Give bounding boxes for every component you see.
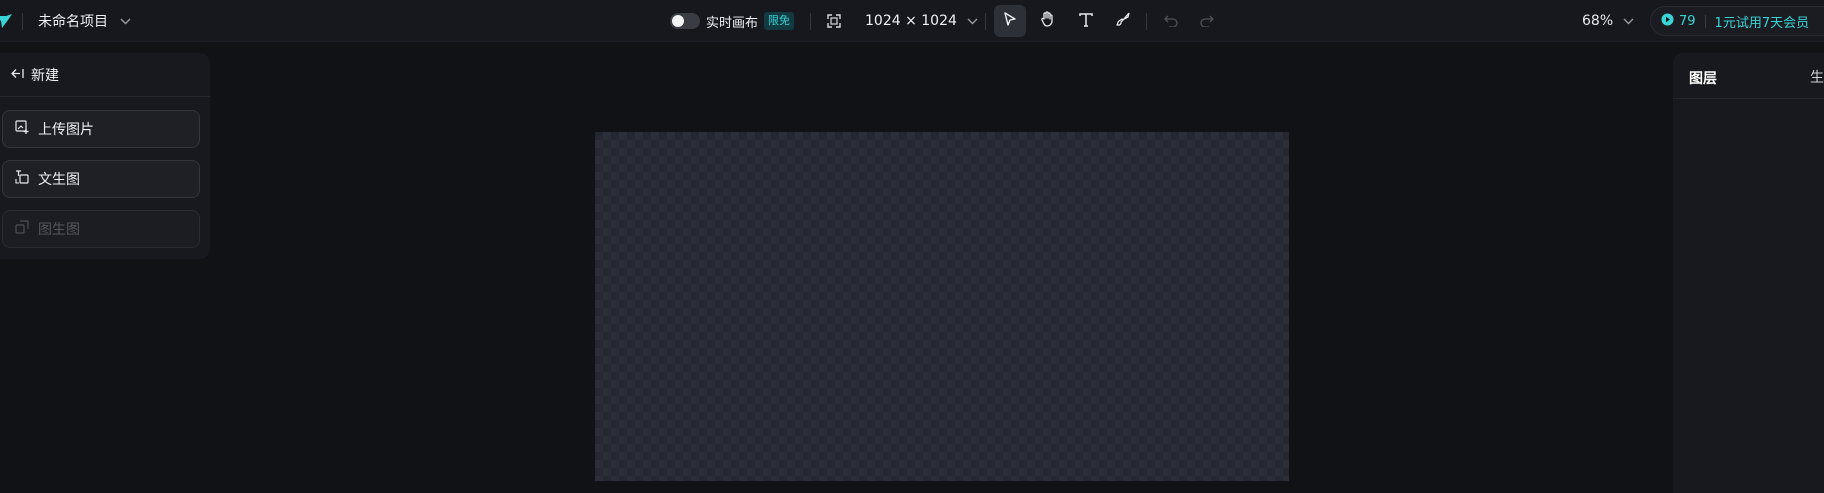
redo-icon <box>1200 12 1214 31</box>
image-to-image-label: 图生图 <box>38 222 80 238</box>
brush-tool-button[interactable] <box>1107 5 1139 37</box>
undo-button[interactable] <box>1155 5 1187 37</box>
project-title-menu[interactable]: 未命名项目 <box>38 0 131 42</box>
points-coin-icon <box>1661 13 1674 30</box>
upload-image-button[interactable]: 上传图片 <box>2 110 200 148</box>
member-promo-link[interactable]: 1元试用7天会员 <box>1715 12 1810 31</box>
top-toolbar: 未命名项目 实时画布 限免 1024 × 1024 68% 79 1元试用7天会… <box>0 0 1824 42</box>
undo-icon <box>1164 12 1178 31</box>
hand-tool-button[interactable] <box>1031 5 1063 37</box>
redo-button[interactable] <box>1191 5 1223 37</box>
chevron-down-icon <box>1623 13 1634 29</box>
upload-image-icon <box>15 120 38 138</box>
text-to-image-label: 文生图 <box>38 172 80 188</box>
text-to-image-button[interactable]: 文生图 <box>2 160 200 198</box>
canvas-size-label: 1024 × 1024 <box>865 13 957 29</box>
toolbar-divider <box>810 13 811 30</box>
project-title: 未命名项目 <box>38 14 108 30</box>
chevron-down-icon <box>120 13 131 29</box>
hand-icon <box>1040 11 1055 31</box>
new-back-button[interactable]: 新建 <box>0 53 210 97</box>
zoom-dropdown[interactable]: 68% <box>1582 0 1634 42</box>
toolbar-divider <box>22 13 23 30</box>
zoom-label: 68% <box>1582 13 1614 29</box>
toolbar-divider <box>1146 13 1147 30</box>
realtime-canvas-control: 实时画布 限免 <box>670 0 795 42</box>
transparent-canvas[interactable] <box>595 132 1289 481</box>
tab-layers[interactable]: 图层 <box>1689 68 1717 88</box>
pill-divider <box>1704 14 1706 28</box>
chevron-down-icon <box>967 13 978 29</box>
membership-pill[interactable]: 79 1元试用7天会员 <box>1650 6 1824 36</box>
text-to-image-icon <box>15 170 38 188</box>
tab-generate[interactable]: 生 <box>1810 67 1824 87</box>
right-panel-tabs: 图层 生 <box>1673 53 1824 99</box>
realtime-canvas-label: 实时画布 <box>706 15 759 31</box>
toolbar-divider <box>985 13 986 30</box>
app-logo-icon[interactable] <box>0 0 16 42</box>
create-panel: 新建 上传图片 文生图 图生图 <box>0 53 210 259</box>
new-label: 新建 <box>31 67 59 84</box>
text-icon <box>1079 12 1093 31</box>
image-to-image-button[interactable]: 图生图 <box>2 210 200 248</box>
limited-free-badge: 限免 <box>764 12 795 30</box>
select-tool-button[interactable] <box>994 5 1026 37</box>
back-arrow-icon <box>11 67 31 83</box>
cursor-arrow-icon <box>1003 11 1017 31</box>
points-count: 79 <box>1679 13 1696 29</box>
text-tool-button[interactable] <box>1070 5 1102 37</box>
realtime-canvas-toggle[interactable] <box>670 13 700 29</box>
upload-image-label: 上传图片 <box>38 122 94 138</box>
image-to-image-icon <box>15 220 38 238</box>
canvas-size-icon[interactable] <box>827 0 841 42</box>
canvas-size-dropdown[interactable]: 1024 × 1024 <box>865 0 978 42</box>
brush-icon <box>1115 12 1131 31</box>
layers-panel: 图层 生 <box>1673 53 1824 493</box>
